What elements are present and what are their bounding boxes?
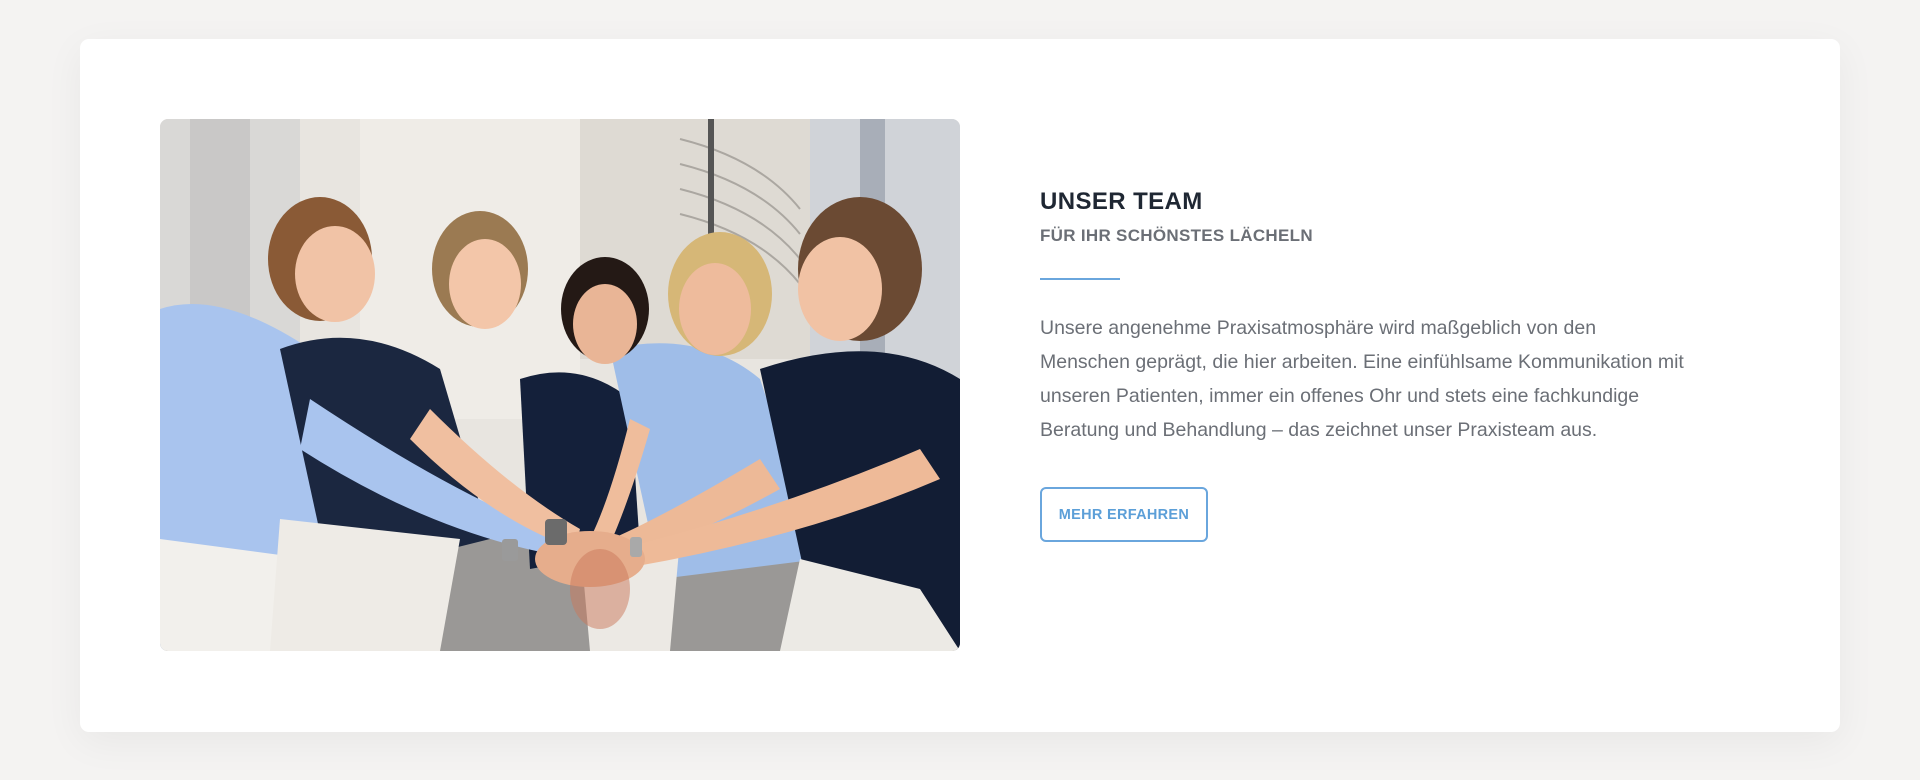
team-photo-illustration	[160, 119, 960, 651]
team-text-block: UNSER TEAM FÜR IHR SCHÖNSTES LÄCHELN Uns…	[1040, 187, 1690, 542]
accent-divider	[1040, 278, 1120, 280]
team-section-card: UNSER TEAM FÜR IHR SCHÖNSTES LÄCHELN Uns…	[80, 39, 1840, 732]
section-subtitle: FÜR IHR SCHÖNSTES LÄCHELN	[1040, 226, 1313, 245]
section-title: UNSER TEAM	[1040, 188, 1203, 215]
section-description: Unsere angenehme Praxisatmosphäre wird m…	[1040, 317, 1684, 441]
learn-more-button[interactable]: MEHR ERFAHREN	[1040, 487, 1208, 542]
team-photo	[160, 119, 960, 651]
